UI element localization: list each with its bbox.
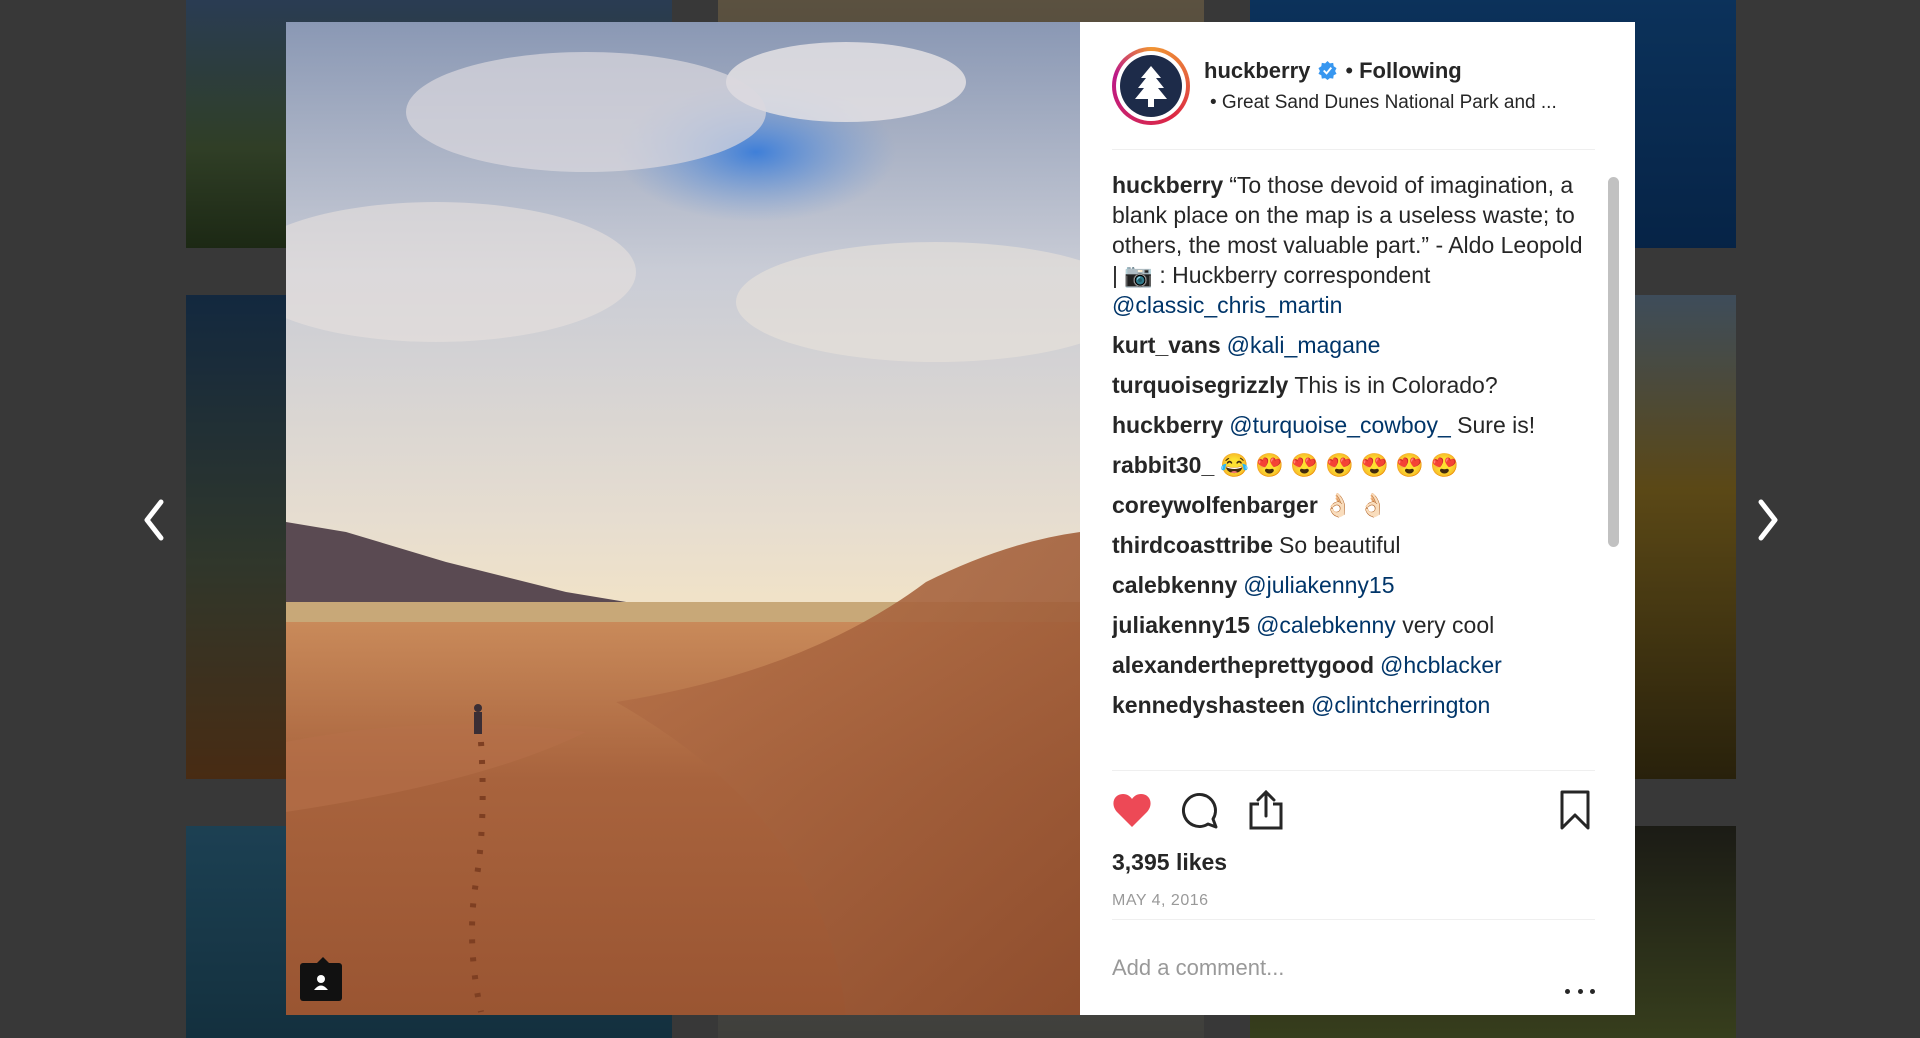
comment-text: This is in Colorado?: [1294, 372, 1498, 398]
post-header: huckberry • Following • Great Sand Dunes…: [1112, 22, 1595, 150]
comment-mention[interactable]: @juliakenny15: [1243, 572, 1394, 598]
chevron-left-icon: [144, 499, 164, 541]
sand-dunes-image: [286, 22, 1080, 1015]
next-post-button[interactable]: [1748, 492, 1788, 548]
previous-post-button[interactable]: [134, 492, 174, 548]
location-link[interactable]: • Great Sand Dunes National Park and ...: [1204, 92, 1557, 114]
comment-username[interactable]: huckberry: [1112, 412, 1223, 438]
list-item: kurt_vans @kali_magane: [1112, 330, 1595, 360]
comment-button[interactable]: [1179, 790, 1219, 830]
likes-count[interactable]: 3,395 likes: [1112, 849, 1595, 876]
comment-username[interactable]: alexandertheprettygood: [1112, 652, 1374, 678]
comment-text: very cool: [1402, 612, 1495, 638]
post-modal: huckberry • Following • Great Sand Dunes…: [286, 22, 1635, 1015]
user-tag-icon: [314, 975, 328, 990]
share-icon: [1249, 790, 1283, 830]
comment-username[interactable]: coreywolfenbarger: [1112, 492, 1318, 518]
comment-input[interactable]: [1112, 954, 1512, 981]
caption: huckberry “To those devoid of imagination…: [1112, 170, 1595, 320]
save-button[interactable]: [1555, 790, 1595, 830]
list-item: juliakenny15 @calebkenny very cool: [1112, 610, 1595, 640]
comment-text: So beautiful: [1279, 532, 1401, 558]
caption-mention[interactable]: @classic_chris_martin: [1112, 292, 1342, 318]
comment-mention[interactable]: @turquoise_cowboy_: [1229, 412, 1451, 438]
following-button[interactable]: Following: [1359, 58, 1462, 84]
list-item: coreywolfenbarger 👌🏻 👌🏻: [1112, 490, 1595, 520]
comment-icon: [1182, 793, 1218, 829]
caption-username[interactable]: huckberry: [1112, 172, 1223, 198]
list-item: calebkenny @juliakenny15: [1112, 570, 1595, 600]
more-options-button[interactable]: [1565, 983, 1595, 999]
comment-text: 😂 😍 😍 😍 😍 😍 😍: [1220, 452, 1460, 478]
list-item: turquoisegrizzly This is in Colorado?: [1112, 370, 1595, 400]
comment-mention[interactable]: @kali_magane: [1227, 332, 1381, 358]
share-button[interactable]: [1246, 790, 1286, 830]
add-comment-bar: [1112, 919, 1595, 1015]
list-item: alexandertheprettygood @hcblacker: [1112, 650, 1595, 680]
comment-username[interactable]: kurt_vans: [1112, 332, 1221, 358]
tree-icon: [1135, 65, 1167, 107]
comment-username[interactable]: thirdcoasttribe: [1112, 532, 1273, 558]
list-item: kennedyshasteen @clintcherrington: [1112, 690, 1595, 720]
huckberry-logo: [1120, 54, 1182, 117]
list-item: rabbit30_ 😂 😍 😍 😍 😍 😍 😍: [1112, 450, 1595, 480]
comment-text: 👌🏻 👌🏻: [1323, 492, 1388, 518]
verified-badge-icon: [1318, 61, 1337, 80]
caption-credit: | 📷 : Huckberry correspondent: [1112, 262, 1431, 288]
comment-text: Sure is!: [1457, 412, 1536, 438]
avatar[interactable]: [1112, 46, 1190, 125]
comments-list: huckberry “To those devoid of imagination…: [1112, 150, 1595, 772]
post-date: MAY 4, 2016: [1112, 892, 1209, 909]
comment-username[interactable]: rabbit30_: [1112, 452, 1214, 478]
post-details-panel: huckberry • Following • Great Sand Dunes…: [1080, 22, 1635, 1015]
heart-icon: [1113, 794, 1151, 827]
separator-dot: •: [1345, 57, 1354, 83]
like-button[interactable]: [1112, 790, 1152, 830]
username-link[interactable]: huckberry: [1204, 58, 1310, 84]
comment-mention[interactable]: @calebkenny: [1256, 612, 1396, 638]
list-item: thirdcoasttribe So beautiful: [1112, 530, 1595, 560]
comment-username[interactable]: calebkenny: [1112, 572, 1237, 598]
comment-mention[interactable]: @clintcherrington: [1311, 692, 1490, 718]
post-actions: 3,395 likes MAY 4, 2016: [1112, 770, 1595, 924]
comment-mention[interactable]: @hcblacker: [1380, 652, 1502, 678]
bookmark-icon: [1560, 790, 1590, 830]
list-item: huckberry @turquoise_cowboy_ Sure is!: [1112, 410, 1595, 440]
comment-username[interactable]: turquoisegrizzly: [1112, 372, 1288, 398]
comments-scrollbar[interactable]: [1608, 177, 1619, 547]
comment-username[interactable]: juliakenny15: [1112, 612, 1250, 638]
post-photo[interactable]: [286, 22, 1080, 1015]
user-tag-button[interactable]: [300, 957, 342, 1001]
comment-username[interactable]: kennedyshasteen: [1112, 692, 1305, 718]
chevron-right-icon: [1758, 499, 1778, 541]
more-icon: [1565, 988, 1570, 994]
